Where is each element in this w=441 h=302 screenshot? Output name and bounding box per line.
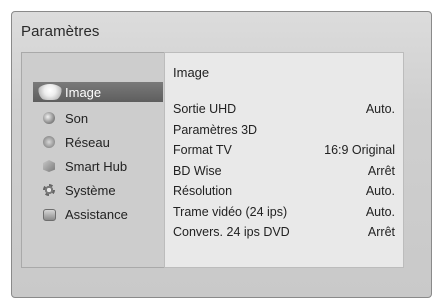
page-title: Paramètres xyxy=(21,23,100,40)
menu-item-son[interactable]: Son xyxy=(33,106,165,130)
smart-hub-icon xyxy=(43,160,55,172)
option-label: Paramètres 3D xyxy=(173,122,258,137)
option-format-tv[interactable]: Format TV 16:9 Original xyxy=(173,140,395,161)
option-label: Format TV xyxy=(173,143,232,158)
menu-item-label: Smart Hub xyxy=(65,158,128,174)
globe-icon xyxy=(43,136,55,148)
option-value: Arrêt xyxy=(367,225,395,240)
menu-item-label: Système xyxy=(65,182,116,198)
option-value: 16:9 Original xyxy=(324,143,395,158)
menu-item-assistance[interactable]: Assistance xyxy=(33,202,165,226)
menu-item-reseau[interactable]: Réseau xyxy=(33,130,165,154)
option-label: Résolution xyxy=(173,184,233,199)
image-icon xyxy=(37,84,63,100)
menu-item-label: Assistance xyxy=(65,206,128,222)
submenu-options: Sortie UHD Auto. Paramètres 3D Format TV… xyxy=(173,99,395,243)
option-value: Auto. xyxy=(365,184,395,199)
option-label: BD Wise xyxy=(173,163,222,178)
option-trame-video[interactable]: Trame vidéo (24 ips) Auto. xyxy=(173,202,395,223)
option-sortie-uhd[interactable]: Sortie UHD Auto. xyxy=(173,99,395,120)
option-parametres-3d[interactable]: Paramètres 3D xyxy=(173,120,395,141)
option-convers-24-ips-dvd[interactable]: Convers. 24 ips DVD Arrêt xyxy=(173,222,395,243)
image-submenu: Image Sortie UHD Auto. Paramètres 3D For… xyxy=(164,52,404,268)
menu-item-label: Son xyxy=(65,110,89,126)
settings-menu: Image Son Réseau Smart Hub Système Assis… xyxy=(33,82,165,226)
menu-item-systeme[interactable]: Système xyxy=(33,178,165,202)
menu-item-label: Image xyxy=(65,84,102,100)
chat-icon xyxy=(43,209,56,221)
gear-icon xyxy=(43,184,55,196)
speaker-icon xyxy=(43,112,55,124)
option-label: Sortie UHD xyxy=(173,102,237,117)
option-value: Auto. xyxy=(365,102,395,117)
submenu-title: Image xyxy=(173,65,210,80)
option-bd-wise[interactable]: BD Wise Arrêt xyxy=(173,161,395,182)
option-value: Auto. xyxy=(365,204,395,219)
menu-item-smart-hub[interactable]: Smart Hub xyxy=(33,154,165,178)
option-label: Trame vidéo (24 ips) xyxy=(173,204,288,219)
option-resolution[interactable]: Résolution Auto. xyxy=(173,181,395,202)
option-label: Convers. 24 ips DVD xyxy=(173,225,290,240)
option-value: Arrêt xyxy=(367,163,395,178)
menu-item-label: Réseau xyxy=(65,134,110,150)
menu-item-image[interactable]: Image xyxy=(33,82,163,102)
